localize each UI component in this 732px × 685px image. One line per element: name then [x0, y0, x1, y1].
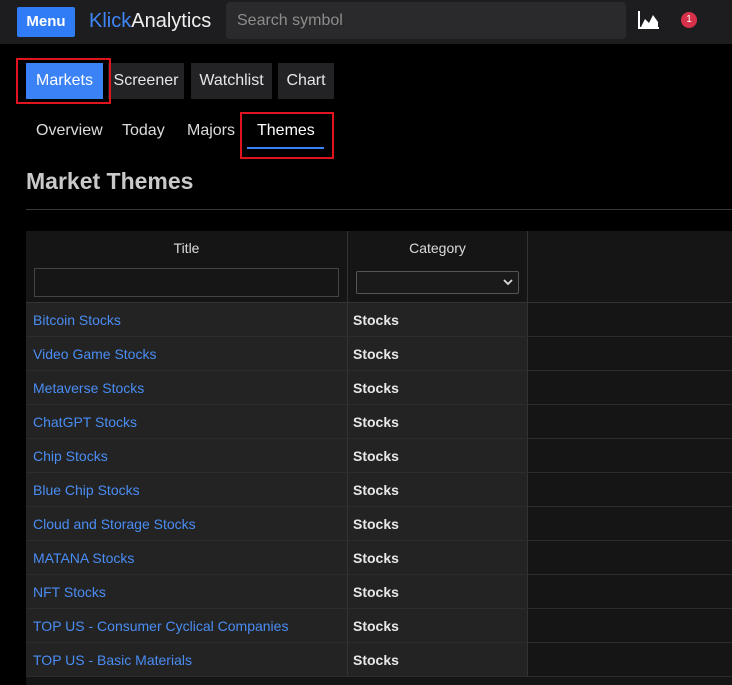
row-empty-space — [528, 507, 732, 540]
row-empty-space — [528, 643, 732, 676]
table-row: MATANA Stocks Stocks — [26, 541, 732, 575]
table-row: NFT Stocks Stocks — [26, 575, 732, 609]
page-title: Market Themes — [26, 168, 194, 194]
theme-category: Stocks — [348, 337, 528, 370]
search-input[interactable] — [226, 2, 626, 39]
row-empty-space — [528, 337, 732, 370]
menu-button[interactable]: Menu — [17, 7, 75, 37]
theme-title-link[interactable]: TOP US - Basic Materials — [26, 643, 348, 676]
theme-title-link[interactable]: TOP US - Consumer Cyclical Companies — [26, 609, 348, 642]
row-empty-space — [528, 303, 732, 336]
theme-title-link[interactable]: MATANA Stocks — [26, 541, 348, 574]
column-title: Title — [26, 231, 348, 302]
table-row: TOP US - Basic Materials Stocks — [26, 643, 732, 677]
chevron-down-icon — [503, 279, 513, 286]
column-title-label: Title — [173, 240, 200, 256]
theme-category: Stocks — [348, 371, 528, 404]
theme-category: Stocks — [348, 439, 528, 472]
table-row: Blue Chip Stocks Stocks — [26, 473, 732, 507]
title-filter-input[interactable] — [34, 268, 339, 297]
row-empty-space — [528, 541, 732, 574]
theme-title-link[interactable]: Video Game Stocks — [26, 337, 348, 370]
theme-title-link[interactable]: Chip Stocks — [26, 439, 348, 472]
theme-category: Stocks — [348, 575, 528, 608]
theme-title-link[interactable]: NFT Stocks — [26, 575, 348, 608]
brand-logo[interactable]: KlickAnalytics — [89, 9, 211, 33]
theme-category: Stocks — [348, 541, 528, 574]
table-row: Video Game Stocks Stocks — [26, 337, 732, 371]
row-empty-space — [528, 609, 732, 642]
theme-category: Stocks — [348, 507, 528, 540]
table-row: ChatGPT Stocks Stocks — [26, 405, 732, 439]
theme-title-link[interactable]: Bitcoin Stocks — [26, 303, 348, 336]
table-row: Cloud and Storage Stocks Stocks — [26, 507, 732, 541]
tab-watchlist[interactable]: Watchlist — [191, 63, 272, 99]
theme-category: Stocks — [348, 643, 528, 676]
category-filter-select[interactable] — [356, 271, 519, 294]
row-empty-space — [528, 473, 732, 506]
theme-title-link[interactable]: ChatGPT Stocks — [26, 405, 348, 438]
top-header: Menu KlickAnalytics 1 — [0, 0, 732, 44]
title-divider — [26, 209, 732, 210]
row-empty-space — [528, 439, 732, 472]
row-empty-space — [528, 371, 732, 404]
theme-category: Stocks — [348, 303, 528, 336]
search-box — [226, 2, 626, 39]
theme-title-link[interactable]: Blue Chip Stocks — [26, 473, 348, 506]
table-row: Bitcoin Stocks Stocks — [26, 303, 732, 337]
theme-title-link[interactable]: Metaverse Stocks — [26, 371, 348, 404]
subtab-overview[interactable]: Overview — [36, 121, 103, 141]
notification-badge[interactable]: 1 — [681, 12, 697, 28]
subtab-today[interactable]: Today — [122, 121, 165, 141]
highlight-box-themes — [240, 112, 334, 159]
tab-chart[interactable]: Chart — [278, 63, 334, 99]
table-header: Title Category — [26, 231, 732, 303]
chart-area-icon[interactable] — [638, 10, 660, 30]
theme-title-link[interactable]: Cloud and Storage Stocks — [26, 507, 348, 540]
theme-category: Stocks — [348, 405, 528, 438]
highlight-box-markets — [16, 58, 111, 104]
table-row: TOP US - Consumer Cyclical Companies Stoc… — [26, 609, 732, 643]
table-row: Metaverse Stocks Stocks — [26, 371, 732, 405]
theme-category: Stocks — [348, 609, 528, 642]
theme-category: Stocks — [348, 473, 528, 506]
brand-part1: Klick — [89, 10, 132, 32]
themes-table: Title Category Bitcoin Stocks Stocks Video… — [26, 231, 732, 685]
tab-screener[interactable]: Screener — [108, 63, 184, 99]
row-empty-space — [528, 575, 732, 608]
table-row: Chip Stocks Stocks — [26, 439, 732, 473]
column-category-label: Category — [409, 240, 466, 256]
column-category: Category — [348, 231, 528, 302]
row-empty-space — [528, 405, 732, 438]
brand-part2: Analytics — [131, 10, 212, 32]
subtab-majors[interactable]: Majors — [187, 121, 235, 141]
